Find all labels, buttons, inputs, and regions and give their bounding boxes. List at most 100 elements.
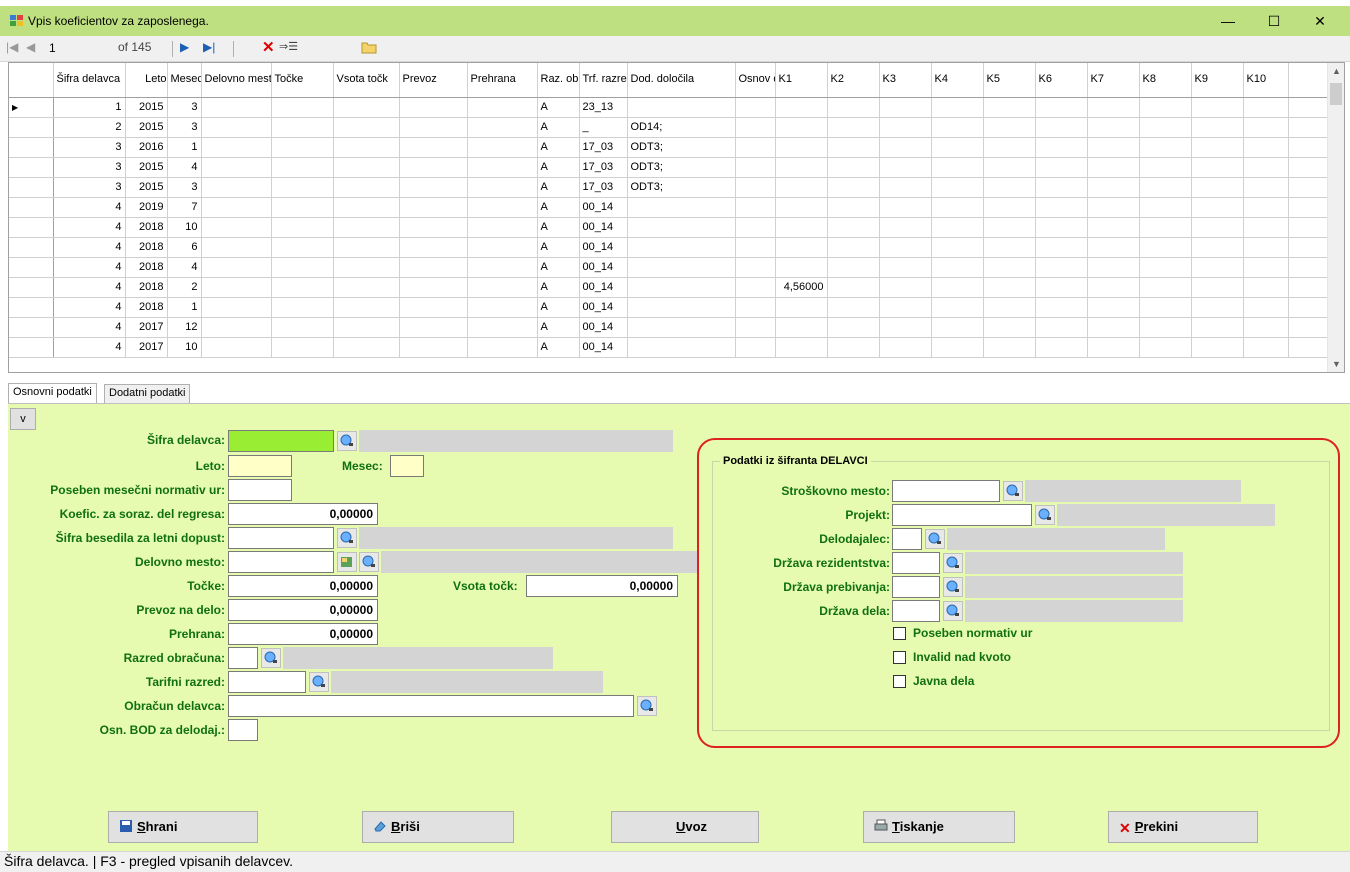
close-button[interactable]: ✕ [1297, 6, 1343, 36]
delete-record-icon[interactable]: ✕ [262, 38, 275, 56]
grid-cell[interactable] [333, 337, 400, 358]
grid-cell[interactable] [1243, 197, 1289, 218]
row-header[interactable] [9, 237, 54, 258]
grid-cell[interactable] [983, 197, 1036, 218]
grid-cell[interactable] [1191, 137, 1244, 158]
grid-cell[interactable] [735, 197, 776, 218]
grid-cell[interactable] [1087, 277, 1140, 298]
grid-cell[interactable] [333, 217, 400, 238]
grid-cell[interactable] [467, 117, 538, 138]
table-row[interactable]: 3 2015 3 A 17_03 ODT3; [9, 177, 1328, 198]
lookup-icon[interactable] [943, 577, 963, 597]
grid-cell[interactable] [201, 97, 272, 118]
grid-column-header[interactable]: K10 [1243, 63, 1289, 98]
position-input[interactable]: 1 [44, 40, 106, 58]
grid-cell[interactable] [1191, 217, 1244, 238]
grid-cell[interactable]: A [537, 317, 580, 338]
stroskovno-mesto-input[interactable] [892, 480, 1000, 502]
grid-cell[interactable] [1191, 97, 1244, 118]
grid-cell[interactable] [735, 237, 776, 258]
grid-cell[interactable] [627, 197, 736, 218]
lookup-icon[interactable] [637, 696, 657, 716]
grid-cell[interactable] [879, 157, 932, 178]
grid-cell[interactable] [333, 317, 400, 338]
grid-cell[interactable] [1191, 337, 1244, 358]
grid-cell[interactable]: 2017 [125, 337, 168, 358]
grid-column-header[interactable]: Osnov deloda [735, 63, 776, 98]
grid-cell[interactable] [735, 97, 776, 118]
grid-cell[interactable] [1243, 317, 1289, 338]
grid-cell[interactable]: A [537, 197, 580, 218]
grid-cell[interactable]: 2016 [125, 137, 168, 158]
grid-cell[interactable] [1035, 197, 1088, 218]
grid-cell[interactable] [983, 297, 1036, 318]
grid-cell[interactable] [1191, 197, 1244, 218]
grid-cell[interactable]: A [537, 97, 580, 118]
grid-cell[interactable] [201, 157, 272, 178]
grid-cell[interactable] [827, 197, 880, 218]
grid-column-header[interactable]: K4 [931, 63, 984, 98]
grid-cell[interactable] [827, 297, 880, 318]
grid-cell[interactable] [735, 177, 776, 198]
lookup-icon[interactable] [337, 528, 357, 548]
grid-column-header[interactable]: Prehrana [467, 63, 538, 98]
grid-cell[interactable] [1035, 277, 1088, 298]
lookup-icon[interactable] [943, 601, 963, 621]
grid-cell[interactable] [1243, 217, 1289, 238]
grid-cell[interactable] [333, 297, 400, 318]
grid-cell[interactable] [467, 257, 538, 278]
grid-cell[interactable] [201, 277, 272, 298]
leto-input[interactable] [228, 455, 292, 477]
prevoz-input[interactable]: 0,00000 [228, 599, 378, 621]
grid-cell[interactable] [827, 177, 880, 198]
grid-cell[interactable] [467, 197, 538, 218]
grid-cell[interactable] [931, 277, 984, 298]
table-row[interactable]: 3 2015 4 A 17_03 ODT3; [9, 157, 1328, 178]
grid-cell[interactable] [775, 317, 828, 338]
grid-column-header[interactable]: Točke [271, 63, 334, 98]
grid-cell[interactable] [467, 97, 538, 118]
grid-cell[interactable] [1087, 197, 1140, 218]
grid-cell[interactable] [201, 237, 272, 258]
grid-column-header[interactable]: K7 [1087, 63, 1140, 98]
drzava-dela-input[interactable] [892, 600, 940, 622]
grid-cell[interactable] [1191, 317, 1244, 338]
grid-cell[interactable] [1087, 137, 1140, 158]
grid-cell[interactable]: 1 [53, 97, 126, 118]
grid-cell[interactable] [399, 257, 468, 278]
grid-cell[interactable]: 00_14 [579, 317, 628, 338]
obracun-delavca-input[interactable] [228, 695, 634, 717]
grid-cell[interactable]: 23_13 [579, 97, 628, 118]
grid-cell[interactable] [1139, 97, 1192, 118]
grid-cell[interactable] [1243, 337, 1289, 358]
table-row[interactable]: 4 2018 10 A 00_14 [9, 217, 1328, 238]
poseben-normativ-input[interactable] [228, 479, 292, 501]
grid-cell[interactable] [333, 257, 400, 278]
grid-cell[interactable]: 4 [53, 257, 126, 278]
grid-cell[interactable] [1035, 257, 1088, 278]
tab-dodatni-podatki[interactable]: Dodatni podatki [104, 384, 191, 404]
grid-cell[interactable] [931, 137, 984, 158]
grid-column-header[interactable]: K1 [775, 63, 828, 98]
grid-cell[interactable] [399, 97, 468, 118]
grid-cell[interactable] [201, 197, 272, 218]
row-header[interactable] [9, 277, 54, 298]
grid-cell[interactable] [775, 157, 828, 178]
grid-cell[interactable] [627, 337, 736, 358]
grid-cell[interactable] [1035, 137, 1088, 158]
grid-cell[interactable]: ODT3; [627, 177, 736, 198]
table-row[interactable]: 4 2018 1 A 00_14 [9, 297, 1328, 318]
grid-cell[interactable] [201, 297, 272, 318]
grid-cell[interactable]: 00_14 [579, 217, 628, 238]
grid-cell[interactable]: 4 [53, 237, 126, 258]
grid-cell[interactable] [1087, 217, 1140, 238]
grid-cell[interactable] [775, 337, 828, 358]
grid-cell[interactable] [1139, 157, 1192, 178]
grid-cell[interactable]: 2018 [125, 297, 168, 318]
grid-cell[interactable] [467, 337, 538, 358]
grid-cell[interactable] [735, 117, 776, 138]
move-last-icon[interactable]: ▶| [203, 40, 215, 54]
grid-cell[interactable]: 4 [167, 157, 202, 178]
tab-osnovni-podatki[interactable]: Osnovni podatki [8, 383, 97, 404]
grid-cell[interactable] [201, 117, 272, 138]
